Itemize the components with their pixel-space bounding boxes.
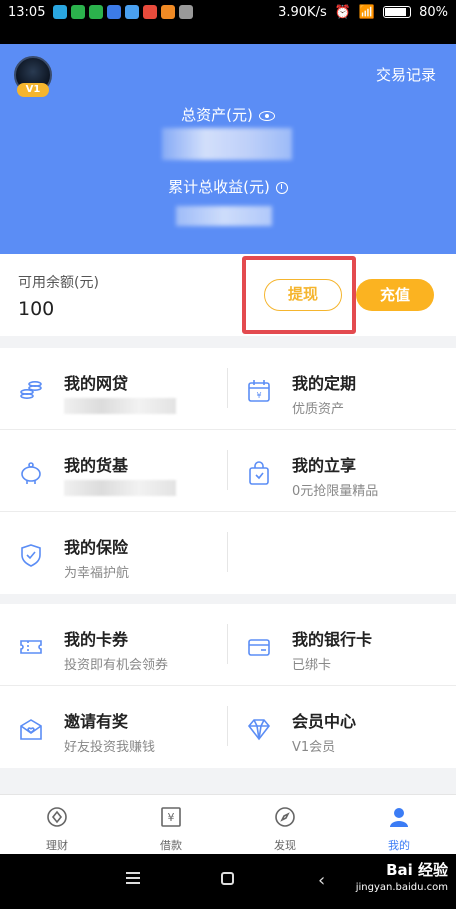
tab-discover[interactable]: 发现 [228, 795, 342, 855]
battery-icon [383, 6, 412, 18]
home-icon[interactable] [221, 872, 234, 885]
network-speed: 3.90K/s [278, 4, 327, 20]
bottom-tab-bar: 理财 ¥ 借款 发现 我的 [0, 794, 456, 854]
my-fixed-term-item[interactable]: ¥ 我的定期 优质资产 [228, 348, 456, 430]
profile-icon [390, 808, 408, 827]
invite-reward-item[interactable]: 邀请有奖 好友投资我赚钱 [0, 686, 228, 768]
total-assets-label: 总资产(元) [0, 104, 456, 125]
app-notification-icon [161, 5, 176, 19]
vip-badge: V1 [17, 83, 49, 97]
wealth-icon [47, 807, 67, 827]
item-title: 我的银行卡 [292, 630, 373, 649]
assets-grid: 我的网贷 ¥ 我的定期 优质资产 我的货基 我的立享 0元抢限量精品 我的保险 … [0, 348, 456, 594]
tab-label: 借款 [160, 839, 182, 852]
my-bank-card-item[interactable]: 我的银行卡 已绑卡 [228, 604, 456, 686]
app-notification-icon [179, 5, 194, 19]
member-center-item[interactable]: 会员中心 V1会员 [228, 686, 456, 768]
my-money-fund-item[interactable]: 我的货基 [0, 430, 228, 512]
total-assets-text: 总资产(元) [181, 106, 253, 124]
recharge-button[interactable]: 充值 [356, 279, 434, 311]
item-sub: 0元抢限量精品 [292, 484, 379, 499]
bank-card-icon [248, 639, 270, 656]
item-title: 会员中心 [292, 712, 357, 731]
eye-icon[interactable] [258, 110, 275, 121]
transaction-record-link[interactable]: 交易记录 [376, 64, 436, 85]
back-icon[interactable]: ‹ [318, 870, 325, 891]
shield-icon [21, 544, 41, 567]
shopping-bag-icon [249, 461, 269, 485]
battery-level: 80% [419, 4, 448, 20]
qq-icon [107, 5, 122, 19]
piggy-bank-icon [21, 462, 41, 484]
item-title: 我的定期 [292, 374, 357, 393]
item-sub: 优质资产 [292, 402, 345, 417]
invite-letter-icon [20, 719, 42, 740]
status-bar: 13:05 3.90K/s ⏰ 📶 80% [0, 0, 456, 24]
menu-icon[interactable] [126, 872, 140, 884]
tab-loan[interactable]: ¥ 借款 [114, 795, 228, 855]
my-lixiang-item[interactable]: 我的立享 0元抢限量精品 [228, 430, 456, 512]
cumulative-earnings-text: 累计总收益(元) [168, 178, 270, 196]
calendar-notification-icon [143, 5, 158, 19]
loan-icon: ¥ [161, 807, 181, 827]
item-sub-blurred [64, 480, 176, 496]
item-sub-blurred [64, 398, 176, 414]
services-grid: 我的卡券 投资即有机会领券 我的银行卡 已绑卡 邀请有奖 好友投资我赚钱 会员中… [0, 604, 456, 768]
available-balance-value: 100 [18, 298, 55, 320]
wechat-icon [71, 5, 86, 19]
tab-wealth[interactable]: 理财 [0, 795, 114, 855]
status-time: 13:05 [8, 4, 46, 20]
calendar-icon: ¥ [248, 380, 270, 402]
compass-icon [275, 807, 295, 827]
my-p2p-item[interactable]: 我的网贷 [0, 348, 228, 430]
wechat-icon [89, 5, 104, 19]
watermark: Bai 经验 jingyan.baidu.com [356, 862, 448, 896]
item-sub: V1会员 [292, 740, 336, 755]
watermark-sub: jingyan.baidu.com [355, 882, 448, 893]
item-sub: 投资即有机会领券 [64, 658, 169, 673]
item-title: 我的网贷 [64, 374, 129, 393]
my-insurance-item[interactable]: 我的保险 为幸福护航 [0, 512, 228, 594]
account-header: V1 交易记录 总资产(元) 累计总收益(元) [0, 44, 456, 254]
svg-text:¥: ¥ [168, 811, 175, 824]
ticket-icon [20, 640, 42, 654]
item-title: 我的立享 [292, 456, 357, 475]
cumulative-earnings-label: 累计总收益(元) [0, 176, 456, 197]
tab-mine[interactable]: 我的 [342, 795, 456, 855]
app-notification-icon [53, 5, 68, 19]
coins-icon [20, 380, 42, 400]
app-notification-icon [125, 5, 140, 19]
diamond-icon [247, 719, 271, 741]
total-assets-value-blurred [162, 128, 292, 160]
tab-label: 理财 [46, 839, 68, 852]
item-sub: 为幸福护航 [64, 566, 130, 581]
watermark-text: Bai 经验 [386, 861, 448, 879]
my-coupons-item[interactable]: 我的卡券 投资即有机会领券 [0, 604, 228, 686]
item-sub: 好友投资我赚钱 [64, 740, 156, 755]
available-balance-label: 可用余额(元) [18, 275, 99, 291]
alarm-icon: ⏰ [334, 4, 351, 20]
item-title: 我的保险 [64, 538, 129, 557]
tab-label: 我的 [388, 839, 410, 852]
withdraw-button[interactable]: 提现 [264, 279, 342, 311]
notification-icons [53, 5, 194, 19]
item-title: 我的卡券 [64, 630, 129, 649]
item-sub: 已绑卡 [292, 658, 332, 673]
clock-icon[interactable] [275, 181, 288, 194]
svg-text:¥: ¥ [256, 391, 261, 400]
top-band [0, 24, 456, 44]
android-nav-bar: ‹ Bai 经验 jingyan.baidu.com [0, 854, 456, 909]
item-title: 邀请有奖 [64, 712, 129, 731]
wifi-icon: 📶 [358, 4, 376, 20]
item-title: 我的货基 [64, 456, 129, 475]
cumulative-earnings-value-blurred [176, 206, 272, 226]
tab-label: 发现 [274, 839, 296, 852]
